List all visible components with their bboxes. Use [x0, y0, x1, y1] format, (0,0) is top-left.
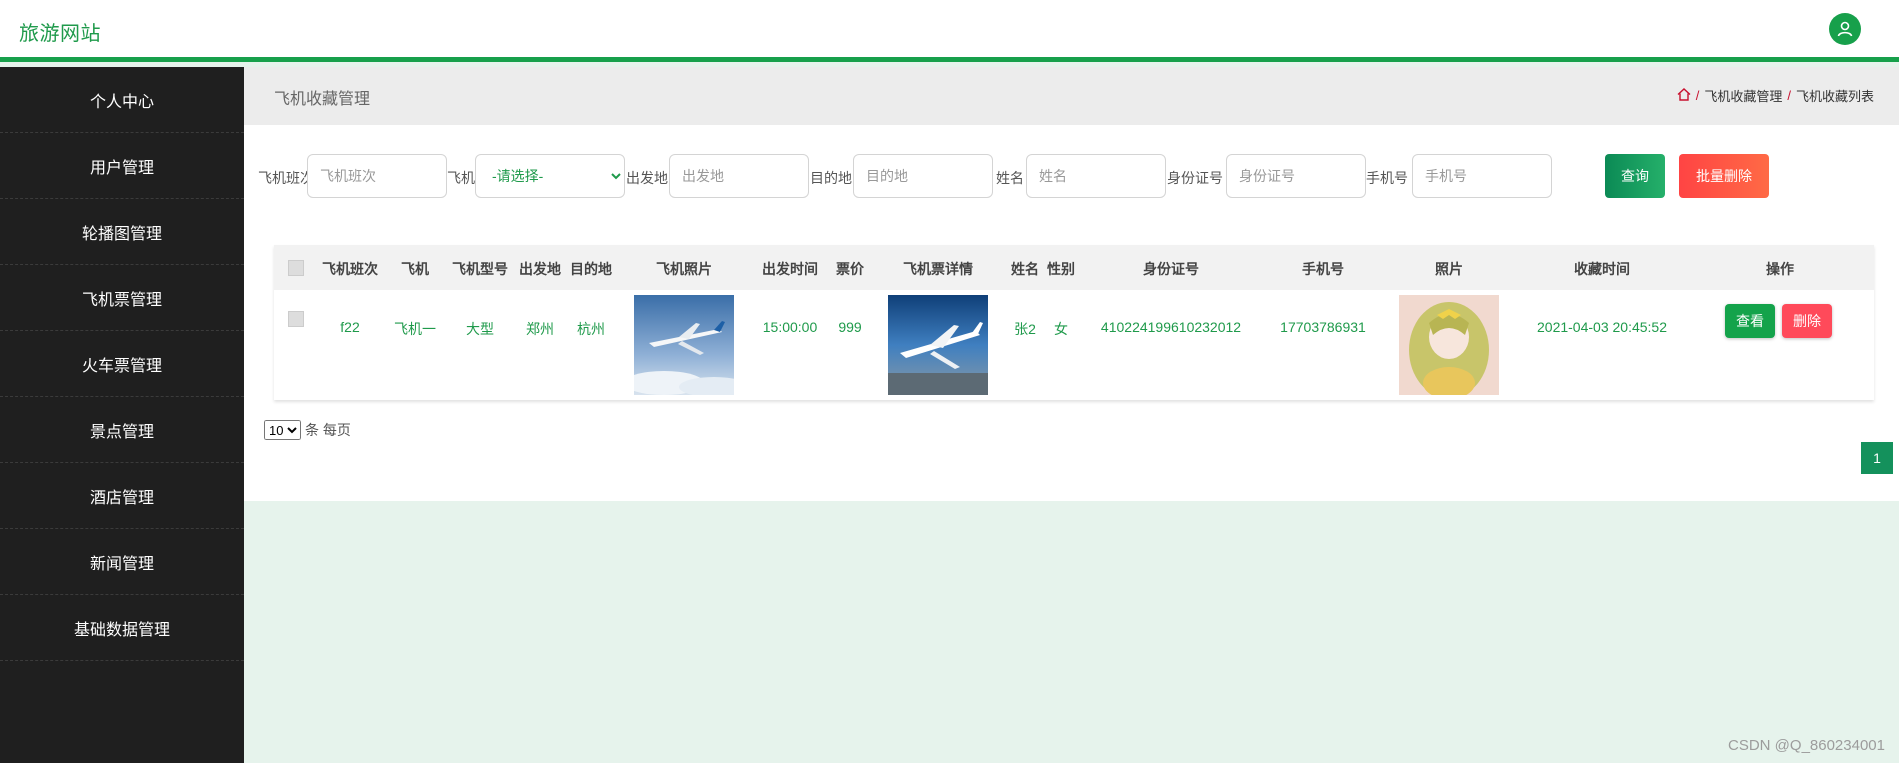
- name-input[interactable]: [1026, 154, 1166, 198]
- column-header: 身份证号: [1143, 261, 1199, 277]
- breadcrumb-separator: /: [1787, 88, 1791, 103]
- column-header: 照片: [1435, 261, 1463, 277]
- column-header: 出发时间: [762, 261, 818, 277]
- cell-from: 郑州: [526, 321, 554, 337]
- column-header: 性别: [1047, 261, 1075, 277]
- cell-price: 999: [838, 319, 862, 335]
- ticket-detail-image[interactable]: [888, 295, 988, 395]
- pagination-page-button[interactable]: 1: [1861, 442, 1893, 474]
- cell-name: 张2: [1014, 321, 1036, 337]
- name-label: 姓名: [996, 170, 1024, 186]
- sidebar: 个人中心 用户管理 轮播图管理 飞机票管理 火车票管理 景点管理 酒店管理 新闻…: [0, 67, 244, 763]
- cell-favorite-time: 2021-04-03 20:45:52: [1537, 319, 1667, 335]
- cell-model: 大型: [466, 321, 494, 337]
- cell-to: 杭州: [577, 321, 605, 337]
- home-icon[interactable]: [1677, 87, 1691, 104]
- select-all-checkbox[interactable]: [288, 260, 304, 276]
- sidebar-item-carousel-management[interactable]: 轮播图管理: [0, 199, 244, 265]
- main-panel: 飞机收藏管理 / 飞机收藏管理 / 飞机收藏列表 飞机班次 飞机 -请选择- 出…: [244, 67, 1899, 501]
- column-header: 收藏时间: [1574, 261, 1630, 277]
- phone-label: 手机号: [1366, 170, 1408, 186]
- table-header: 飞机班次 飞机 飞机型号 出发地 目的地 飞机照片 出发时间 票价 飞机票详情 …: [274, 245, 1874, 290]
- column-header: 出发地: [519, 261, 561, 277]
- page-size-select[interactable]: 10: [264, 420, 301, 440]
- sidebar-item-label: 飞机票管理: [81, 291, 162, 309]
- page-title: 飞机收藏管理: [274, 91, 371, 108]
- cell-phone: 17703786931: [1280, 319, 1366, 335]
- column-header: 飞机: [401, 261, 429, 277]
- cell-gender: 女: [1054, 321, 1068, 337]
- breadcrumb-item[interactable]: 飞机收藏管理: [1704, 86, 1782, 105]
- sidebar-item-scenic-management[interactable]: 景点管理: [0, 397, 244, 463]
- idcard-label: 身份证号: [1167, 170, 1223, 186]
- sidebar-item-label: 用户管理: [89, 159, 154, 177]
- sidebar-item-user-management[interactable]: 用户管理: [0, 133, 244, 199]
- plane-photo-image[interactable]: [634, 295, 734, 395]
- sidebar-item-train-ticket-management[interactable]: 火车票管理: [0, 331, 244, 397]
- to-input[interactable]: [853, 154, 993, 198]
- delete-button[interactable]: 删除: [1782, 304, 1832, 338]
- flight-no-input[interactable]: [307, 154, 447, 198]
- column-header: 姓名: [1011, 261, 1039, 277]
- page-size-control: 10 条 每页: [264, 420, 351, 440]
- column-header: 飞机票详情: [903, 261, 973, 277]
- user-photo-image[interactable]: [1399, 295, 1499, 395]
- watermark: CSDN @Q_860234001: [1728, 737, 1885, 754]
- column-header: 票价: [836, 261, 864, 277]
- top-bar: 旅游网站: [0, 0, 1899, 62]
- column-header: 飞机照片: [656, 261, 712, 277]
- cell-depart-time: 15:00:00: [762, 319, 818, 335]
- query-button[interactable]: 查询: [1605, 154, 1665, 198]
- to-label: 目的地: [810, 170, 852, 186]
- sidebar-item-label: 火车票管理: [81, 357, 162, 375]
- title-bar: 飞机收藏管理 / 飞机收藏管理 / 飞机收藏列表: [244, 67, 1899, 125]
- sidebar-item-personal-center[interactable]: 个人中心: [0, 67, 244, 133]
- column-header: 飞机班次: [322, 261, 378, 277]
- column-header: 操作: [1766, 261, 1794, 277]
- row-checkbox[interactable]: [288, 311, 304, 327]
- sidebar-item-hotel-management[interactable]: 酒店管理: [0, 463, 244, 529]
- column-header: 飞机型号: [452, 261, 508, 277]
- plane-label: 飞机: [447, 170, 475, 186]
- idcard-input[interactable]: [1226, 154, 1366, 198]
- sidebar-item-label: 基础数据管理: [73, 621, 170, 639]
- batch-delete-button[interactable]: 批量删除: [1679, 154, 1769, 198]
- sidebar-item-label: 景点管理: [89, 423, 154, 441]
- view-button[interactable]: 查看: [1725, 304, 1775, 338]
- sidebar-item-label: 新闻管理: [89, 555, 154, 573]
- sidebar-item-flight-ticket-management[interactable]: 飞机票管理: [0, 265, 244, 331]
- flight-no-label: 飞机班次: [258, 170, 314, 186]
- page-size-suffix: 条 每页: [305, 422, 351, 438]
- sidebar-item-label: 个人中心: [89, 93, 154, 111]
- cell-idcard: 410224199610232012: [1100, 319, 1242, 335]
- user-avatar-icon[interactable]: [1829, 13, 1861, 45]
- column-header: 目的地: [570, 261, 612, 277]
- from-input[interactable]: [669, 154, 809, 198]
- sidebar-item-label: 酒店管理: [89, 489, 154, 507]
- breadcrumb-item: 飞机收藏列表: [1795, 89, 1874, 104]
- from-label: 出发地: [626, 170, 668, 186]
- app-title: 旅游网站: [19, 23, 101, 45]
- column-header: 手机号: [1302, 261, 1344, 277]
- sidebar-item-label: 轮播图管理: [81, 225, 162, 243]
- breadcrumb: / 飞机收藏管理 / 飞机收藏列表: [1677, 86, 1874, 105]
- favorites-table: 飞机班次 飞机 飞机型号 出发地 目的地 飞机照片 出发时间 票价 飞机票详情 …: [274, 245, 1874, 400]
- sidebar-item-news-management[interactable]: 新闻管理: [0, 529, 244, 595]
- cell-plane: 飞机一: [394, 321, 436, 337]
- sidebar-item-base-data-management[interactable]: 基础数据管理: [0, 595, 244, 661]
- cell-flight-no: f22: [340, 319, 360, 335]
- plane-select[interactable]: -请选择-: [475, 154, 625, 198]
- breadcrumb-separator: /: [1695, 88, 1700, 103]
- phone-input[interactable]: [1412, 154, 1552, 198]
